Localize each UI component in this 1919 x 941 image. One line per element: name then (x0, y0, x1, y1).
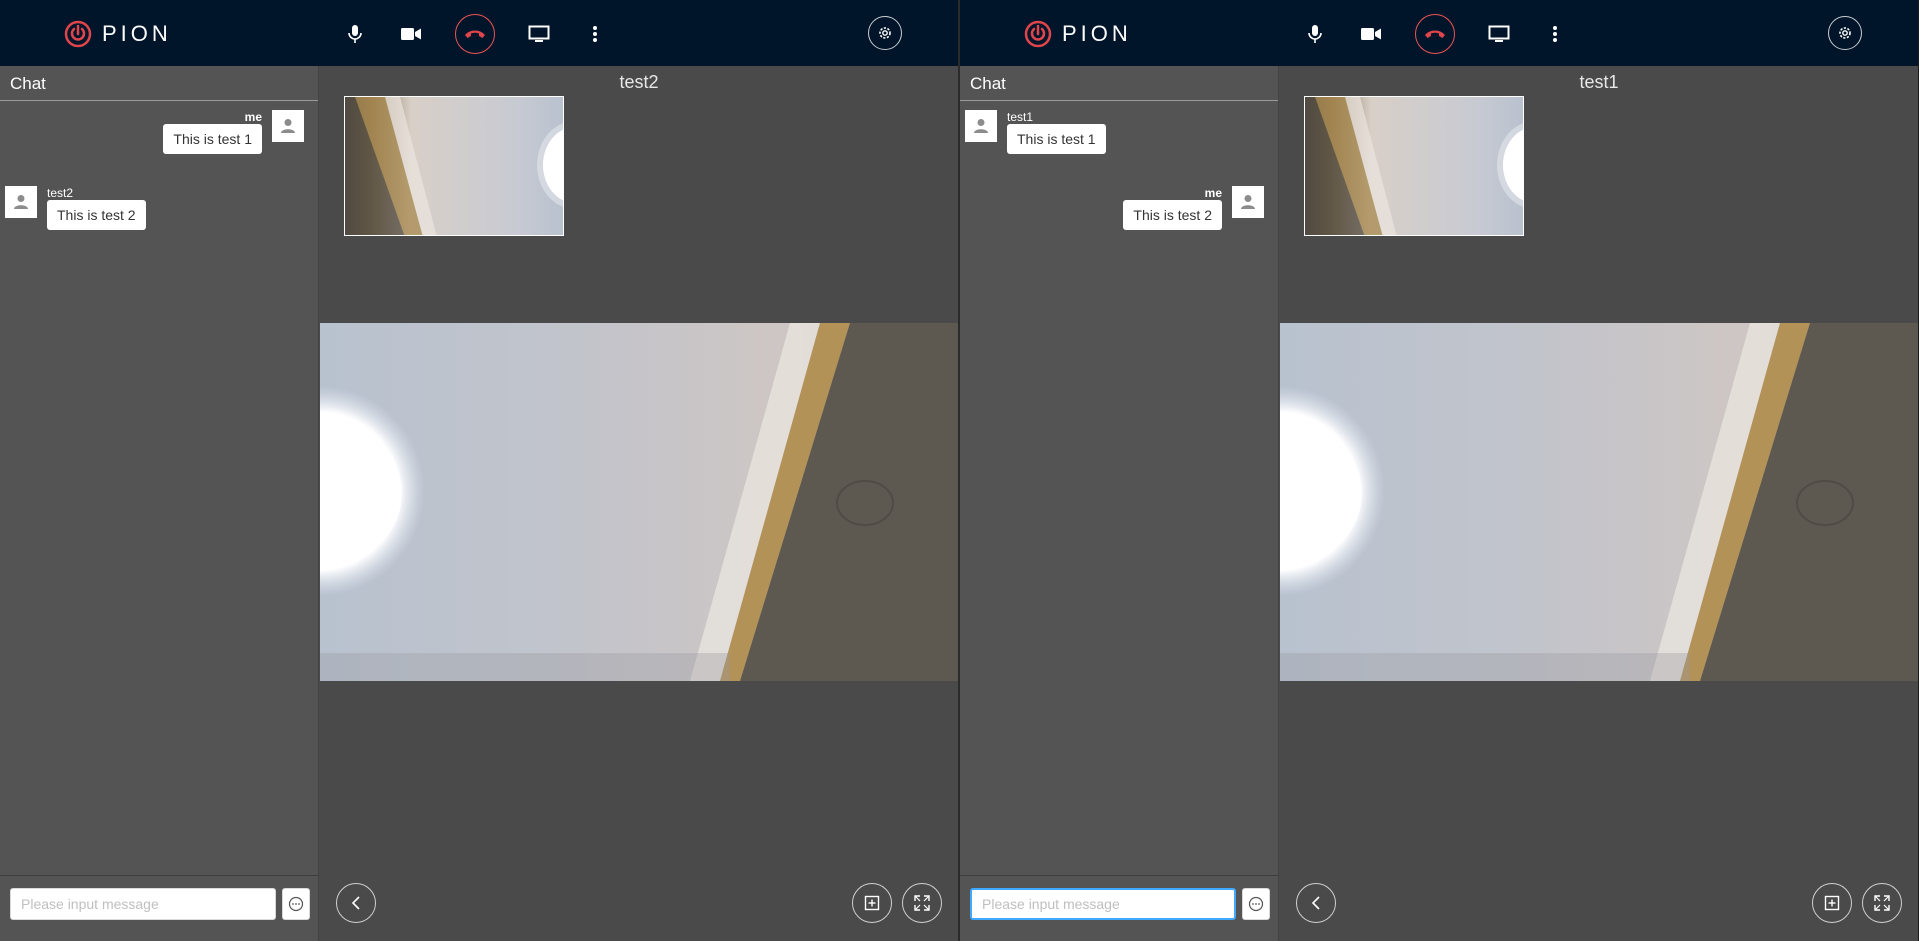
message-bubble: This is test 1 (1007, 124, 1106, 154)
chat-message: test1 This is test 1 (960, 110, 1279, 172)
chat-message: test2 This is test 2 (0, 186, 319, 248)
camera-button[interactable] (1351, 14, 1391, 54)
chevron-left-icon (1311, 896, 1320, 910)
user-icon (14, 195, 28, 209)
plus-square-icon (864, 895, 880, 911)
more-options-button[interactable] (1535, 14, 1575, 54)
chevron-left-icon (351, 896, 360, 910)
desktop-icon (1488, 25, 1510, 42)
chat-message: me This is test 2 (960, 186, 1279, 248)
chat-title: Chat (960, 66, 1278, 101)
hangup-button[interactable] (455, 14, 495, 54)
remote-video (1280, 323, 1918, 681)
settings-button[interactable] (868, 16, 902, 50)
avatar (965, 110, 997, 142)
brand-name: PION (1062, 21, 1132, 46)
microphone-button[interactable] (1295, 14, 1335, 54)
pion-logo-icon (64, 20, 92, 48)
local-video-frame (345, 97, 563, 235)
more-vertical-icon (1553, 26, 1557, 42)
collapse-chat-button[interactable] (1296, 883, 1336, 923)
send-button[interactable] (1242, 888, 1270, 920)
pion-logo-icon (1024, 20, 1052, 48)
video-camera-icon (1361, 28, 1381, 40)
fullscreen-icon (1874, 895, 1890, 911)
chat-message: me This is test 1 (0, 110, 319, 172)
message-sender: me (244, 110, 262, 124)
pion-logo: PION (64, 20, 172, 48)
chat-input-bar (960, 875, 1279, 941)
message-input[interactable] (10, 888, 276, 920)
camera-button[interactable] (391, 14, 431, 54)
message-sender: test2 (47, 186, 74, 200)
message-bubble: This is test 2 (47, 200, 146, 230)
phone-hangup-icon (1425, 30, 1445, 38)
user-icon (1241, 195, 1255, 209)
gear-icon (879, 27, 891, 39)
local-video-thumbnail[interactable] (1304, 96, 1524, 236)
more-vertical-icon (593, 26, 597, 42)
desktop-icon (528, 25, 550, 42)
peer-name: test2 (619, 72, 659, 92)
microphone-icon (1308, 25, 1322, 43)
peer-name: test1 (1579, 72, 1619, 92)
message-bubble: This is test 2 (1123, 200, 1222, 230)
screen-share-button[interactable] (519, 14, 559, 54)
microphone-icon (348, 25, 362, 43)
user-icon (281, 119, 295, 133)
screen: PION Chat me This is test 1 test2 This i… (0, 0, 1919, 941)
chat-title: Chat (0, 66, 318, 101)
message-icon (288, 896, 304, 912)
more-options-button[interactable] (575, 14, 615, 54)
chat-input-bar (0, 875, 319, 941)
settings-button[interactable] (1828, 16, 1862, 50)
chat-panel: Chat me This is test 1 test2 This is tes… (0, 66, 319, 941)
add-stream-button[interactable] (852, 883, 892, 923)
message-bubble: This is test 1 (163, 124, 262, 154)
avatar (1232, 186, 1264, 218)
message-sender: me (1204, 186, 1222, 200)
remote-video (320, 323, 958, 681)
plus-square-icon (1824, 895, 1840, 911)
pion-logo: PION (1024, 20, 1132, 48)
collapse-chat-button[interactable] (336, 883, 376, 923)
video-stage: test2 (320, 66, 958, 941)
message-icon (1248, 896, 1264, 912)
user-icon (974, 119, 988, 133)
video-camera-icon (401, 28, 421, 40)
app-header: PION (0, 0, 958, 66)
hangup-button[interactable] (1415, 14, 1455, 54)
avatar (5, 186, 37, 218)
fullscreen-icon (914, 895, 930, 911)
browser-window-2: PION Chat test1 This is test 1 me This i… (960, 0, 1918, 941)
browser-window-1: PION Chat me This is test 1 test2 This i… (0, 0, 958, 941)
fullscreen-button[interactable] (902, 883, 942, 923)
add-stream-button[interactable] (1812, 883, 1852, 923)
local-video-thumbnail[interactable] (344, 96, 564, 236)
microphone-button[interactable] (335, 14, 375, 54)
chat-panel: Chat test1 This is test 1 me This is tes… (960, 66, 1279, 941)
brand-name: PION (102, 21, 172, 46)
phone-hangup-icon (465, 30, 485, 38)
message-sender: test1 (1007, 110, 1034, 124)
remote-video-frame (320, 323, 958, 681)
local-video-frame (1305, 97, 1523, 235)
send-button[interactable] (282, 888, 310, 920)
video-stage: test1 (1280, 66, 1918, 941)
fullscreen-button[interactable] (1862, 883, 1902, 923)
message-input[interactable] (970, 888, 1236, 920)
app-header: PION (960, 0, 1918, 66)
screen-share-button[interactable] (1479, 14, 1519, 54)
gear-icon (1839, 27, 1851, 39)
remote-video-frame (1280, 323, 1918, 681)
avatar (272, 110, 304, 142)
